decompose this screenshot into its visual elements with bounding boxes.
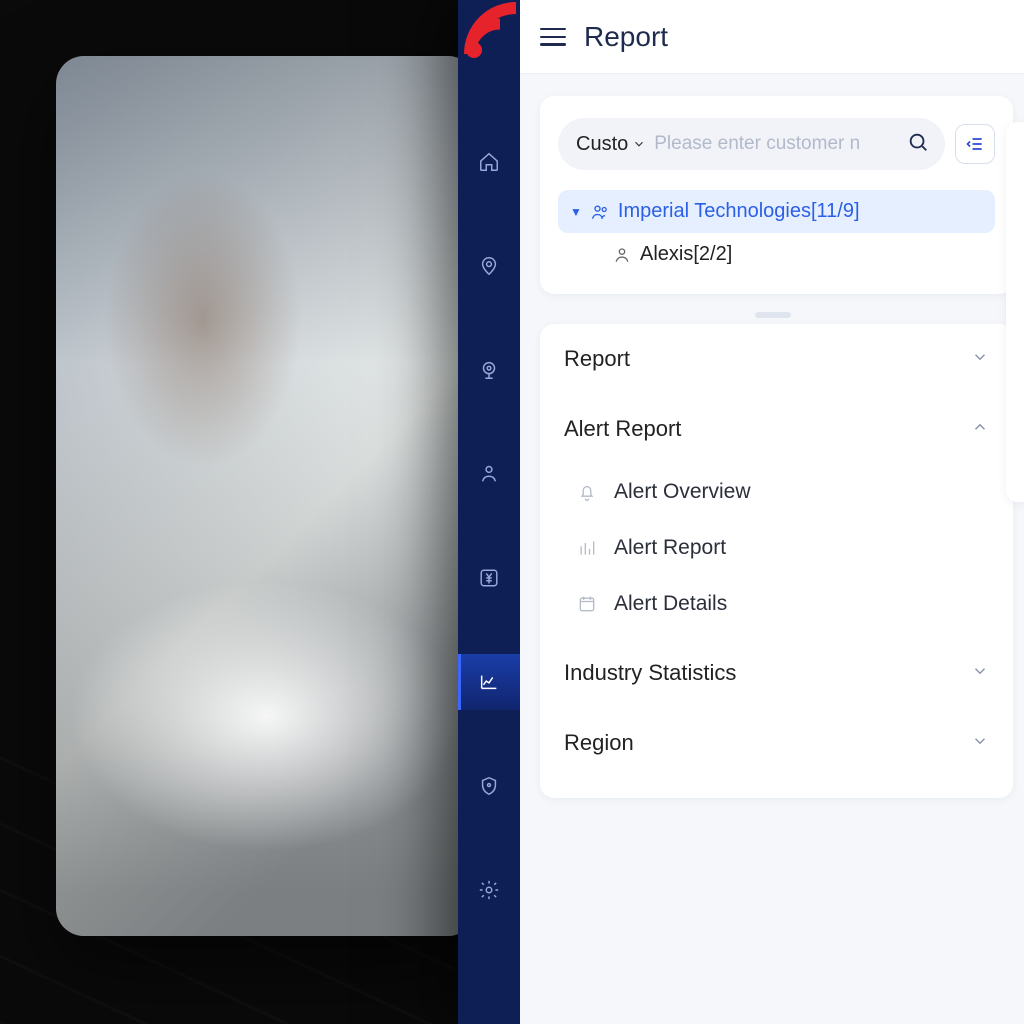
nav-home[interactable] [458, 134, 520, 190]
report-accordion: Report Alert Report Alert Overview Alert… [540, 324, 1013, 798]
tree-node-child[interactable]: Alexis[2/2] [600, 233, 995, 276]
alert-report-children: Alert Overview Alert Report Alert Detail… [540, 464, 1013, 638]
home-icon [478, 151, 500, 173]
search-pill: Custo [558, 118, 945, 170]
main-column: Report Custo [520, 0, 1024, 1024]
triangle-down-icon: ▼ [570, 205, 582, 219]
accordion-region-label: Region [564, 730, 634, 756]
page-title: Report [584, 21, 668, 53]
calendar-icon [576, 594, 598, 614]
org-icon [590, 202, 610, 222]
accordion-report[interactable]: Report [540, 324, 1013, 394]
nav-location[interactable] [458, 238, 520, 294]
chevron-down-icon [971, 660, 989, 686]
customer-panel: Custo ▼ Imperial Technol [540, 96, 1013, 294]
search-input[interactable] [654, 133, 899, 155]
topbar: Report [520, 0, 1024, 74]
menu-alert-details-label: Alert Details [614, 592, 727, 616]
logo [458, 0, 520, 62]
accordion-region[interactable]: Region [540, 708, 1013, 778]
nav-billing[interactable] [458, 550, 520, 606]
outdent-icon [965, 134, 985, 154]
adjacent-card-edge [1006, 122, 1024, 502]
chevron-down-icon [971, 730, 989, 756]
person-icon [612, 245, 632, 265]
accordion-industry-stats-label: Industry Statistics [564, 660, 736, 686]
accordion-alert-report-label: Alert Report [564, 416, 681, 442]
chevron-down-icon [632, 137, 646, 151]
accordion-alert-report[interactable]: Alert Report [540, 394, 1013, 464]
nav-users[interactable] [458, 446, 520, 502]
bar-chart-icon [576, 538, 598, 558]
nav-camera[interactable] [458, 342, 520, 398]
accordion-industry-stats[interactable]: Industry Statistics [540, 638, 1013, 708]
signal-arc-icon [464, 2, 520, 60]
menu-alert-overview-label: Alert Overview [614, 480, 751, 504]
chevron-up-icon [971, 416, 989, 442]
bell-icon [576, 482, 598, 502]
nav-settings[interactable] [458, 862, 520, 918]
search-type-dropdown[interactable]: Custo [576, 133, 646, 156]
collapse-panel-button[interactable] [955, 124, 995, 164]
search-icon [907, 131, 929, 153]
location-pin-icon [478, 255, 500, 277]
nav-reports[interactable] [458, 654, 520, 710]
users-icon [478, 463, 500, 485]
menu-alert-report-label: Alert Report [614, 536, 726, 560]
webcam-icon [478, 359, 500, 381]
shield-icon [478, 775, 500, 797]
search-type-label: Custo [576, 133, 628, 156]
app-frame: Report Custo [458, 0, 1024, 1024]
accordion-report-label: Report [564, 346, 630, 372]
gear-icon [478, 879, 500, 901]
tree-node-root[interactable]: ▼ Imperial Technologies[11/9] [558, 190, 995, 233]
panel-resize-handle[interactable] [755, 312, 791, 318]
promo-photo-card [56, 56, 476, 936]
nav-rail [458, 0, 520, 1024]
customer-tree: ▼ Imperial Technologies[11/9] Alexis[2/2… [558, 190, 995, 276]
search-button[interactable] [907, 131, 929, 158]
tree-node-child-label: Alexis[2/2] [640, 243, 732, 266]
tree-node-root-label: Imperial Technologies[11/9] [618, 200, 860, 223]
chart-line-icon [478, 671, 500, 693]
menu-alert-report[interactable]: Alert Report [550, 520, 1003, 576]
nav-security[interactable] [458, 758, 520, 814]
menu-alert-overview[interactable]: Alert Overview [550, 464, 1003, 520]
menu-toggle[interactable] [540, 28, 566, 46]
chevron-down-icon [971, 346, 989, 372]
menu-alert-details[interactable]: Alert Details [550, 576, 1003, 632]
yen-box-icon [478, 567, 500, 589]
